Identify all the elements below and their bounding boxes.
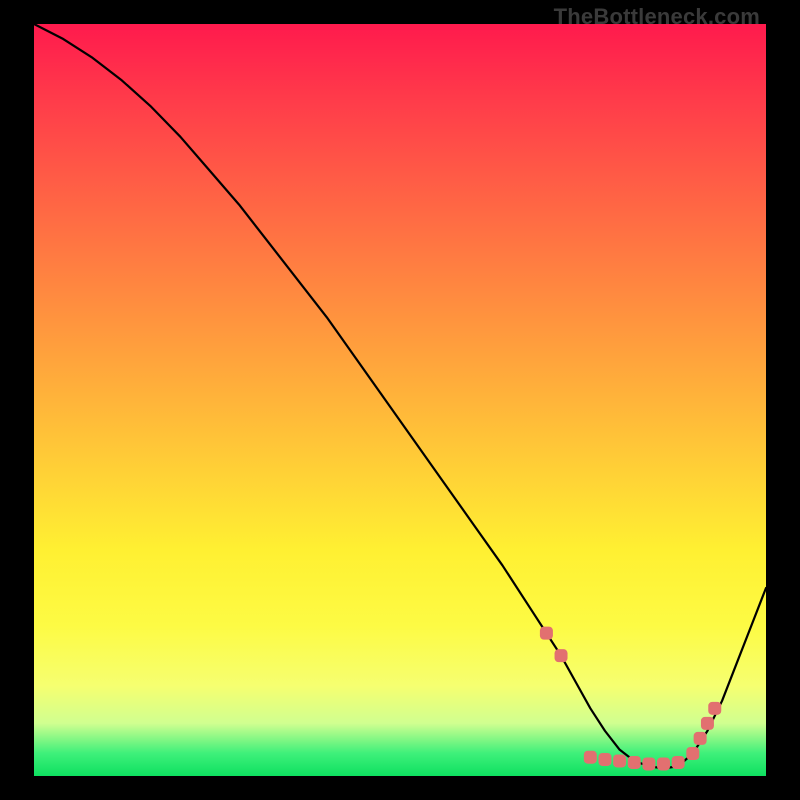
watermark-text: TheBottleneck.com — [554, 4, 760, 30]
plot-area — [34, 24, 766, 776]
chart-frame: TheBottleneck.com — [0, 0, 800, 800]
